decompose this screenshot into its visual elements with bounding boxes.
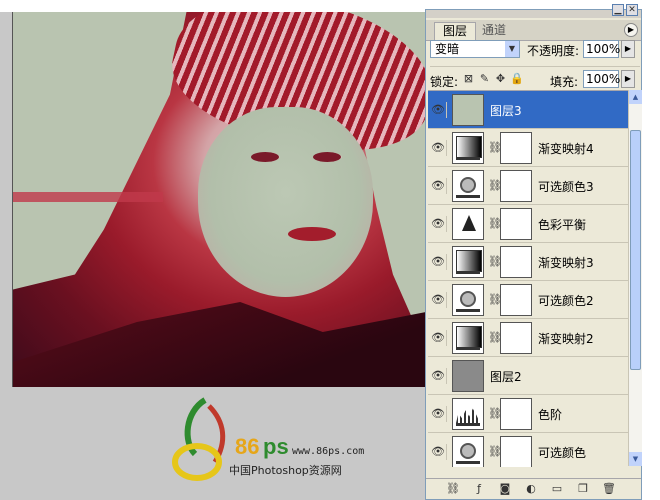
layer-row[interactable]: 👁 图层2 [428, 357, 628, 395]
document-canvas-area: 86 ps www.86ps.com 中国Photoshop资源网 [0, 0, 426, 500]
minimize-button[interactable]: ▁ [612, 4, 624, 16]
panel-footer: ⛓ ƒ ◙ ◐ ▭ ❐ 🗑 [426, 478, 641, 499]
layer-mask-thumbnail[interactable] [500, 322, 532, 354]
fill-input[interactable]: 100% [583, 70, 620, 88]
layer-thumbnail [452, 360, 484, 392]
layer-mask-thumbnail[interactable] [500, 436, 532, 467]
layers-panel: ▁ ✕ 图层 通道 ▶ 变暗 ▼ 不透明度: 100% ▶ 锁定: ⊠ ✎ ✥ … [425, 4, 642, 500]
opacity-label: 不透明度: [527, 44, 580, 58]
gradient-map-icon [452, 246, 484, 278]
visibility-eye-icon[interactable]: 👁 [430, 216, 447, 232]
color-balance-icon [452, 208, 484, 240]
visibility-eye-icon[interactable]: 👁 [430, 406, 447, 422]
layer-name: 色彩平衡 [538, 218, 587, 232]
visibility-eye-icon[interactable]: 👁 [430, 444, 447, 460]
lock-transparency-icon[interactable]: ⊠ [462, 72, 475, 85]
visibility-eye-icon[interactable]: 👁 [430, 102, 447, 118]
layer-row[interactable]: 👁 图层3 [428, 91, 628, 129]
image-jacket [13, 302, 426, 387]
layers-list: 👁 图层3 👁 ⛓ 渐变映射4 👁 ⛓ 可选颜色3 👁 ⛓ 色彩平衡 👁 ⛓ 渐… [428, 90, 628, 467]
scrollbar-thumb[interactable] [630, 130, 641, 370]
layer-mask-thumbnail[interactable] [500, 132, 532, 164]
layer-row[interactable]: 👁 ⛓ 渐变映射4 [428, 129, 628, 167]
visibility-eye-icon[interactable]: 👁 [430, 254, 447, 270]
levels-icon [452, 398, 484, 430]
fill-label: 填充: [550, 75, 579, 89]
layer-thumbnail [452, 94, 484, 126]
visibility-eye-icon[interactable]: 👁 [430, 330, 447, 346]
layer-row[interactable]: 👁 ⛓ 可选颜色 [428, 433, 628, 467]
lock-label: 锁定: [430, 75, 459, 89]
panel-tabs: 图层 通道 ▶ [426, 20, 641, 41]
layer-name: 可选颜色2 [538, 294, 594, 308]
image-left-eye [251, 152, 280, 162]
layer-mask-thumbnail[interactable] [500, 284, 532, 316]
layer-name: 色阶 [538, 408, 563, 422]
layer-row[interactable]: 👁 ⛓ 可选颜色3 [428, 167, 628, 205]
gradient-map-icon [452, 132, 484, 164]
tab-layers[interactable]: 图层 [434, 22, 477, 40]
gradient-map-icon [452, 322, 484, 354]
watermark-site-url: www.86ps.com [292, 446, 365, 457]
lock-all-icon[interactable]: 🔒 [510, 72, 524, 85]
panel-titlebar[interactable]: ▁ ✕ [426, 4, 641, 18]
new-layer-icon[interactable]: ❐ [576, 482, 590, 496]
visibility-eye-icon[interactable]: 👁 [430, 140, 447, 156]
link-layers-icon[interactable]: ⛓ [446, 482, 460, 496]
watermark-site-name: 中国Photoshop资源网 [229, 464, 342, 477]
image-right-eye [313, 152, 342, 162]
layer-name: 图层3 [490, 104, 522, 118]
layer-mask-thumbnail[interactable] [500, 170, 532, 202]
image-red-streak [13, 192, 163, 202]
visibility-eye-icon[interactable]: 👁 [430, 292, 447, 308]
layers-scrollbar[interactable]: ▲ ▼ [628, 90, 642, 466]
panel-menu-icon[interactable]: ▶ [624, 23, 638, 37]
layer-name: 图层2 [490, 370, 522, 384]
selective-color-icon [452, 436, 484, 467]
layer-name: 渐变映射3 [538, 256, 594, 270]
blend-row: 变暗 ▼ 不透明度: 100% ▶ [430, 40, 640, 62]
blend-mode-value: 变暗 [435, 42, 460, 56]
selective-color-icon [452, 284, 484, 316]
lock-row: 锁定: ⊠ ✎ ✥ 🔒 填充: 100% ▶ [430, 66, 640, 89]
layer-row[interactable]: 👁 ⛓ 色阶 [428, 395, 628, 433]
layer-mask-thumbnail[interactable] [500, 208, 532, 240]
image-face [198, 107, 373, 297]
tab-channels[interactable]: 通道 [474, 22, 514, 39]
new-adjustment-layer-icon[interactable]: ◐ [524, 482, 538, 496]
layer-name: 渐变映射2 [538, 332, 594, 346]
lock-move-icon[interactable]: ✥ [494, 72, 507, 85]
scroll-up-icon[interactable]: ▲ [629, 90, 642, 104]
delete-layer-icon[interactable]: 🗑 [602, 482, 616, 496]
logo-brand-text: 86 [235, 434, 259, 459]
close-button[interactable]: ✕ [626, 4, 638, 16]
visibility-eye-icon[interactable]: 👁 [430, 178, 447, 194]
layer-style-icon[interactable]: ƒ [472, 482, 486, 496]
image-lips [288, 227, 336, 241]
chevron-down-icon[interactable]: ▼ [505, 41, 519, 57]
fill-slider-button[interactable]: ▶ [621, 70, 635, 88]
layer-row[interactable]: 👁 ⛓ 色彩平衡 [428, 205, 628, 243]
layer-name: 渐变映射4 [538, 142, 594, 156]
scroll-down-icon[interactable]: ▼ [629, 452, 642, 466]
add-mask-icon[interactable]: ◙ [498, 482, 512, 496]
layer-mask-thumbnail[interactable] [500, 246, 532, 278]
layer-name: 可选颜色3 [538, 180, 594, 194]
new-group-icon[interactable]: ▭ [550, 482, 564, 496]
logo-brand-suffix: ps [263, 434, 289, 459]
opacity-input[interactable]: 100% [583, 40, 620, 58]
canvas-top-margin [0, 0, 425, 12]
selective-color-icon [452, 170, 484, 202]
layer-row[interactable]: 👁 ⛓ 可选颜色2 [428, 281, 628, 319]
opacity-slider-button[interactable]: ▶ [621, 40, 635, 58]
layer-name: 可选颜色 [538, 446, 587, 460]
document-image[interactable] [12, 12, 426, 387]
layer-row[interactable]: 👁 ⛓ 渐变映射2 [428, 319, 628, 357]
blend-mode-select[interactable]: 变暗 ▼ [430, 40, 520, 58]
layer-row[interactable]: 👁 ⛓ 渐变映射3 [428, 243, 628, 281]
lock-brush-icon[interactable]: ✎ [478, 72, 491, 85]
visibility-eye-icon[interactable]: 👁 [430, 368, 447, 384]
layer-mask-thumbnail[interactable] [500, 398, 532, 430]
